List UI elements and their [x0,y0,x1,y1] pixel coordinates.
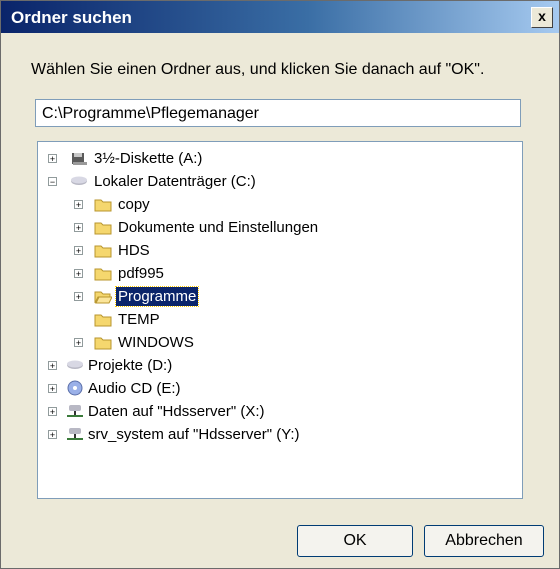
folder-path-field[interactable]: C:\Programme\Pflegemanager [35,99,521,127]
tree-item-label: WINDOWS [118,334,194,351]
title-bar[interactable]: Ordner suchen x [1,1,559,33]
tree-item-label: Lokaler Datenträger (C:) [94,173,256,190]
cancel-button[interactable]: Abbrechen [424,525,544,557]
expand-icon[interactable]: + [74,292,83,302]
expand-icon[interactable]: + [48,384,57,394]
expand-icon[interactable]: + [74,200,83,210]
tree-item-label: HDS [118,242,150,259]
network-drive-icon [67,428,83,440]
tree-item-pdf995[interactable]: + pdf995 [74,263,494,285]
expand-icon[interactable]: + [74,338,83,348]
folder-icon [94,222,112,235]
tree-item-windows[interactable]: + WINDOWS [74,332,494,354]
collapse-icon[interactable]: − [48,177,57,187]
tree-item-label: Programme [114,286,200,307]
folder-tree[interactable]: + 3½-Diskette (A:) − Lokaler Datenträger… [37,141,523,499]
folder-icon [94,337,112,350]
tree-item-floppy[interactable]: + 3½-Diskette (A:) [48,148,508,170]
hard-drive-icon [71,176,87,185]
folder-icon [94,314,112,327]
tree-item-label: Daten auf "Hdsserver" (X:) [88,403,265,420]
instruction-text: Wählen Sie einen Ordner aus, und klicken… [31,61,485,78]
close-button[interactable]: x [531,7,553,28]
tree-item-copy[interactable]: + copy [74,194,494,216]
tree-item-label: pdf995 [118,265,164,282]
expand-icon[interactable]: + [74,223,83,233]
network-drive-icon [67,405,83,417]
expand-icon[interactable]: + [48,430,57,440]
open-folder-icon [94,291,112,304]
tree-item-programme[interactable]: + Programme [74,286,494,308]
folder-icon [94,268,112,281]
tree-item-label: Audio CD (E:) [88,380,181,397]
tree-item-temp[interactable]: TEMP [74,309,494,331]
floppy-drive-icon [72,153,87,165]
tree-item-label: copy [118,196,150,213]
expand-icon[interactable]: + [48,407,57,417]
tree-item-drive-x[interactable]: + Daten auf "Hdsserver" (X:) [48,401,508,423]
expand-icon[interactable]: + [74,269,83,279]
folder-icon [94,199,112,212]
tree-item-drive-y[interactable]: + srv_system auf "Hdsserver" (Y:) [48,424,508,446]
ok-button[interactable]: OK [297,525,413,557]
expand-icon[interactable]: + [48,154,57,164]
tree-item-dokumente[interactable]: + Dokumente und Einstellungen [74,217,494,239]
tree-item-drive-d[interactable]: + Projekte (D:) [48,355,508,377]
folder-icon [94,245,112,258]
cd-drive-icon [67,380,83,396]
tree-item-label: Dokumente und Einstellungen [118,219,319,236]
hard-drive-icon [67,360,83,369]
tree-item-label: Projekte (D:) [88,357,173,374]
tree-item-drive-e[interactable]: + Audio CD (E:) [48,378,508,400]
expand-icon[interactable]: + [74,246,83,256]
folder-browser-dialog: Ordner suchen x Wählen Sie einen Ordner … [0,0,560,569]
tree-item-hds[interactable]: + HDS [74,240,494,262]
tree-item-label: 3½-Diskette (A:) [94,150,203,167]
tree-item-label: TEMP [118,311,160,328]
expand-icon[interactable]: + [48,361,57,371]
tree-item-label: srv_system auf "Hdsserver" (Y:) [88,426,300,443]
dialog-title: Ordner suchen [11,8,132,27]
tree-item-drive-c[interactable]: − Lokaler Datenträger (C:) [48,171,508,193]
